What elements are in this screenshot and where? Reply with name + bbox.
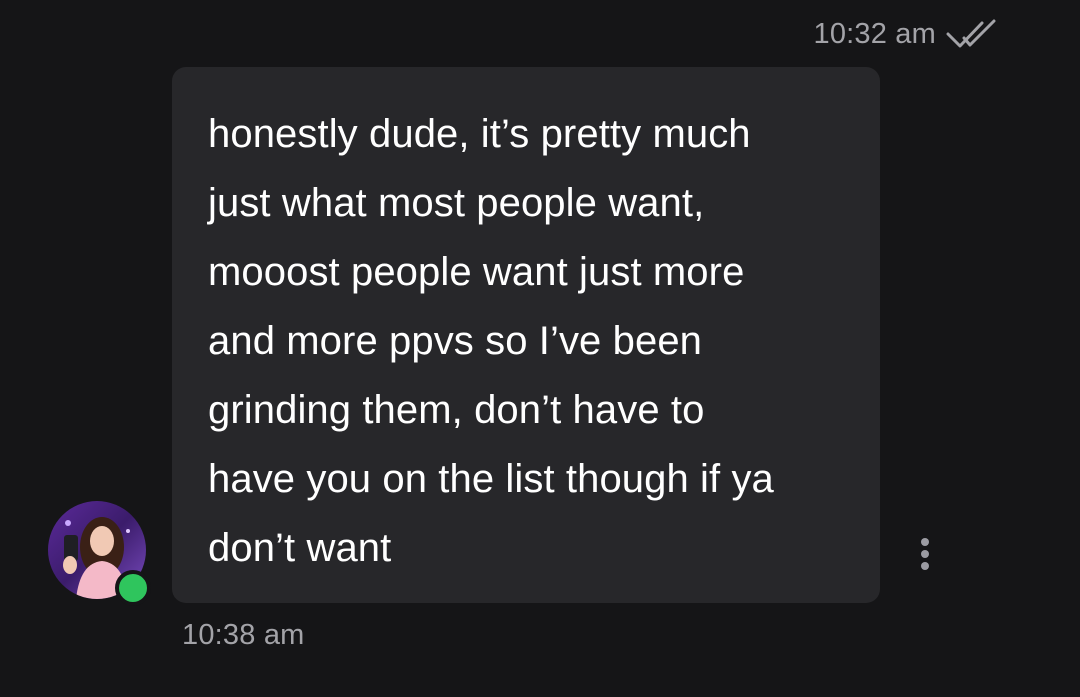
message-options-button[interactable]	[912, 532, 938, 576]
double-check-icon	[946, 19, 996, 48]
message-bubble[interactable]: honestly dude, it’s pretty much just wha…	[172, 67, 880, 603]
ellipsis-dot	[921, 562, 929, 570]
sender-avatar[interactable]	[48, 501, 151, 606]
message-time: 10:38 am	[182, 619, 305, 651]
message-text: honestly dude, it’s pretty much just wha…	[208, 112, 774, 570]
previous-message-meta: 10:32 am	[813, 14, 1002, 54]
previous-message-time: 10:32 am	[813, 17, 936, 50]
ellipsis-dot	[921, 550, 929, 558]
vertical-ellipsis-icon	[921, 538, 929, 546]
online-status-dot	[115, 570, 151, 606]
